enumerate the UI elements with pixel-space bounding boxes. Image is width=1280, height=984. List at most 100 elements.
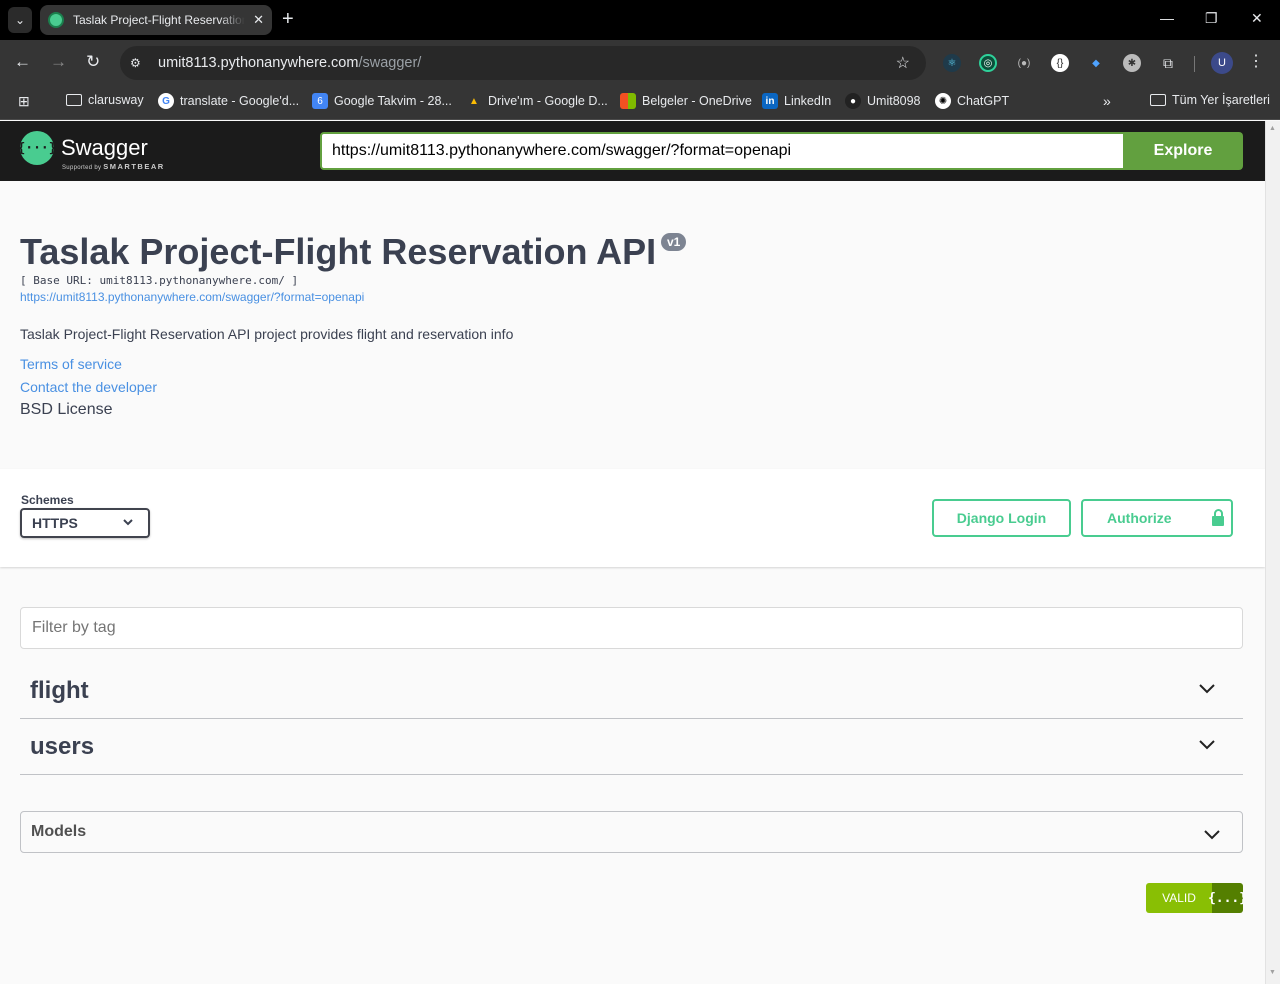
- bookmark-item[interactable]: 6 Google Takvim - 28...: [312, 93, 452, 109]
- bookmarks-overflow-button[interactable]: »: [1103, 93, 1111, 109]
- bookmark-item[interactable]: Gtranslate - Google'd...: [158, 93, 299, 109]
- validator-label: VALID: [1146, 883, 1212, 913]
- models-label: Models: [31, 823, 87, 840]
- all-bookmarks-item[interactable]: Tüm Yer İşaretleri: [1150, 93, 1270, 107]
- filter-by-tag-input[interactable]: [20, 607, 1243, 649]
- django-login-button[interactable]: Django Login: [932, 499, 1071, 537]
- bookmark-item[interactable]: ▲ Drive'ım - Google D...: [466, 93, 608, 109]
- browser-menu-icon[interactable]: ⋮: [1248, 52, 1264, 72]
- license-text: BSD License: [20, 401, 113, 418]
- globe-icon: [48, 12, 64, 28]
- chevron-down-icon: [1199, 740, 1215, 750]
- chatgpt-icon: ✺: [935, 93, 951, 109]
- contact-developer-link[interactable]: Contact the developer: [20, 379, 157, 395]
- page-title: Taslak Project-Flight Reservation API: [20, 231, 657, 272]
- bookmark-label: ChatGPT: [957, 94, 1010, 108]
- tag-section-flight[interactable]: flight: [20, 664, 1243, 719]
- bookmark-label: LinkedIn: [784, 94, 832, 108]
- forward-button[interactable]: →: [50, 52, 67, 72]
- explore-button[interactable]: Explore: [1123, 132, 1243, 170]
- folder-icon: [1150, 94, 1166, 106]
- extension-gear-icon[interactable]: ✱: [1123, 54, 1141, 72]
- tag-section-users[interactable]: users: [20, 720, 1243, 775]
- address-path: /swagger/: [358, 55, 422, 71]
- apps-grid-icon[interactable]: ⊞: [18, 93, 30, 110]
- microsoft-icon: [620, 93, 636, 109]
- bookmark-item[interactable]: ● Umit8098: [845, 93, 921, 109]
- extensions-puzzle-icon[interactable]: ⧉: [1159, 54, 1177, 72]
- scroll-up-arrow-icon[interactable]: ▲: [1269, 125, 1276, 132]
- window-close-button[interactable]: ✕: [1251, 10, 1263, 27]
- address-host: umit8113.pythonanywhere.com: [158, 55, 359, 71]
- bookmark-label: Drive'ım - Google D...: [488, 94, 608, 108]
- google-icon: G: [158, 93, 174, 109]
- drive-icon: ▲: [469, 95, 479, 107]
- swagger-brand: Swagger: [61, 135, 148, 160]
- scroll-down-arrow-icon[interactable]: ▼: [1269, 969, 1276, 976]
- spec-link[interactable]: https://umit8113.pythonanywhere.com/swag…: [20, 290, 364, 304]
- chevron-down-icon: [1204, 830, 1220, 840]
- schemes-select[interactable]: HTTPS: [20, 508, 150, 538]
- tag-name: flight: [30, 677, 89, 704]
- spec-url-input[interactable]: [320, 132, 1124, 170]
- validator-braces-icon: {...}: [1208, 883, 1243, 913]
- swagger-logo-icon[interactable]: {···}: [17, 131, 57, 165]
- bookmark-item[interactable]: Belgeler - OneDrive: [620, 93, 752, 109]
- profile-avatar[interactable]: U: [1211, 52, 1233, 74]
- bookmark-item[interactable]: in LinkedIn: [762, 93, 831, 109]
- version-badge: v1: [661, 233, 687, 251]
- models-section[interactable]: Models: [20, 811, 1243, 853]
- linkedin-icon: in: [762, 93, 778, 109]
- tab-search-button[interactable]: ⌄: [8, 7, 32, 33]
- terms-of-service-link[interactable]: Terms of service: [20, 356, 122, 372]
- minimize-button[interactable]: —: [1160, 10, 1174, 26]
- restore-button[interactable]: ❐: [1205, 10, 1218, 27]
- bookmark-label: Umit8098: [867, 94, 921, 108]
- supported-by-text: Supported by: [62, 165, 102, 171]
- address-bar[interactable]: ⚙ umit8113.pythonanywhere.com/swagger/ ☆: [120, 46, 926, 80]
- lock-icon: [1211, 508, 1224, 526]
- back-button[interactable]: ←: [14, 52, 31, 72]
- authorize-button[interactable]: Authorize: [1081, 499, 1233, 537]
- schemes-selected-value: HTTPS: [32, 515, 78, 531]
- page-scrollbar[interactable]: ▲ ▼: [1265, 121, 1280, 984]
- tab-close-button[interactable]: ✕: [253, 12, 264, 28]
- validator-badge[interactable]: VALID {...}: [1146, 883, 1243, 913]
- bookmark-item[interactable]: clarusway: [66, 93, 144, 107]
- reload-button[interactable]: ↻: [86, 52, 100, 72]
- all-bookmarks-label: Tüm Yer İşaretleri: [1172, 93, 1270, 107]
- toolbar-divider: [1194, 56, 1195, 72]
- extension-brackets-icon[interactable]: (●): [1015, 54, 1033, 72]
- address-url: umit8113.pythonanywhere.com/swagger/: [158, 55, 421, 71]
- base-url: [ Base URL: umit8113.pythonanywhere.com/…: [20, 274, 299, 287]
- bookmark-label: clarusway: [88, 93, 144, 107]
- smartbear-text: SMARTBEAR: [103, 162, 165, 171]
- tag-name: users: [30, 733, 95, 760]
- browser-tab-active[interactable]: Taslak Project-Flight Reservation API ✕: [40, 5, 272, 35]
- swagger-topbar: {···} Swagger Supported by SMARTBEAR Exp…: [0, 121, 1265, 181]
- extension-diamond-icon[interactable]: ◆: [1087, 54, 1105, 72]
- bookmark-label: Google Takvim - 28...: [334, 94, 452, 108]
- browser-toolbar: ← → ↻ ⚙ umit8113.pythonanywhere.com/swag…: [0, 40, 1280, 86]
- react-devtools-icon[interactable]: ⚛: [943, 54, 961, 72]
- extension-json-icon[interactable]: {}: [1051, 54, 1069, 72]
- new-tab-button[interactable]: +: [282, 8, 294, 30]
- site-info-icon[interactable]: ⚙: [130, 56, 150, 70]
- schemes-label: Schemes: [21, 493, 74, 507]
- scheme-container: Schemes HTTPS Django Login Authorize: [0, 469, 1265, 567]
- tab-title: Taslak Project-Flight Reservation API: [73, 13, 246, 27]
- authorize-label: Authorize: [1107, 510, 1172, 526]
- chevron-down-icon: [1199, 684, 1215, 694]
- bookmark-item[interactable]: ✺ ChatGPT: [935, 93, 1009, 109]
- bookmarks-bar: ⊞ clarusway Gtranslate - Google'd... 6 Go…: [0, 86, 1280, 120]
- browser-tab-bar: ⌄ Taslak Project-Flight Reservation API …: [0, 0, 1280, 40]
- extension-ring-icon[interactable]: ◎: [979, 54, 997, 72]
- folder-icon: [66, 94, 82, 106]
- bookmark-label: Belgeler - OneDrive: [642, 94, 752, 108]
- bookmark-star-icon[interactable]: ☆: [896, 53, 910, 73]
- swagger-page: {···} Swagger Supported by SMARTBEAR Exp…: [0, 121, 1265, 984]
- chevron-down-icon: [123, 519, 133, 526]
- bookmark-label: translate - Google'd...: [180, 94, 300, 108]
- github-icon: ●: [845, 93, 861, 109]
- swagger-supported-by: Supported by SMARTBEAR: [62, 162, 165, 171]
